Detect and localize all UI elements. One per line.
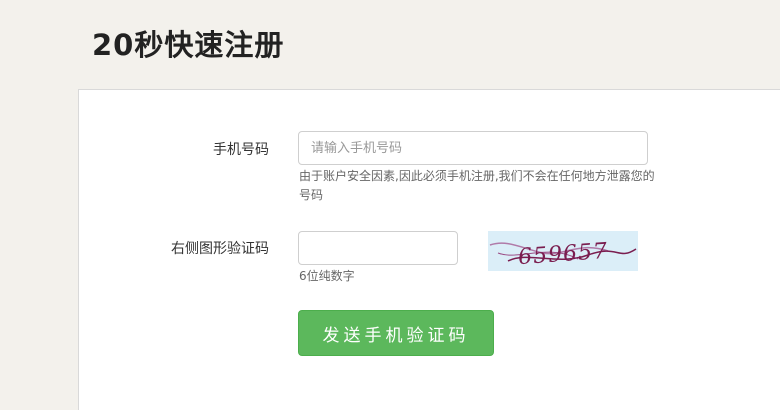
registration-panel: 手机号码 由于账户安全因素,因此必须手机注册,我们不会在任何地方泄露您的号码 右… [78, 89, 780, 410]
page-title: 20秒快速注册 [92, 28, 285, 62]
captcha-image-graphic: 659657 [489, 239, 637, 270]
send-sms-code-button[interactable]: 发送手机验证码 [298, 310, 494, 356]
phone-input[interactable] [298, 131, 648, 165]
phone-label: 手机号码 [213, 142, 269, 158]
captcha-image[interactable]: 659657 [488, 231, 638, 271]
captcha-input[interactable] [298, 231, 458, 265]
phone-hint: 由于账户安全因素,因此必须手机注册,我们不会在任何地方泄露您的号码 [299, 169, 655, 202]
captcha-image-text: 659657 [517, 239, 609, 270]
captcha-hint: 6位纯数字 [299, 269, 355, 283]
captcha-label: 右侧图形验证码 [171, 241, 269, 257]
